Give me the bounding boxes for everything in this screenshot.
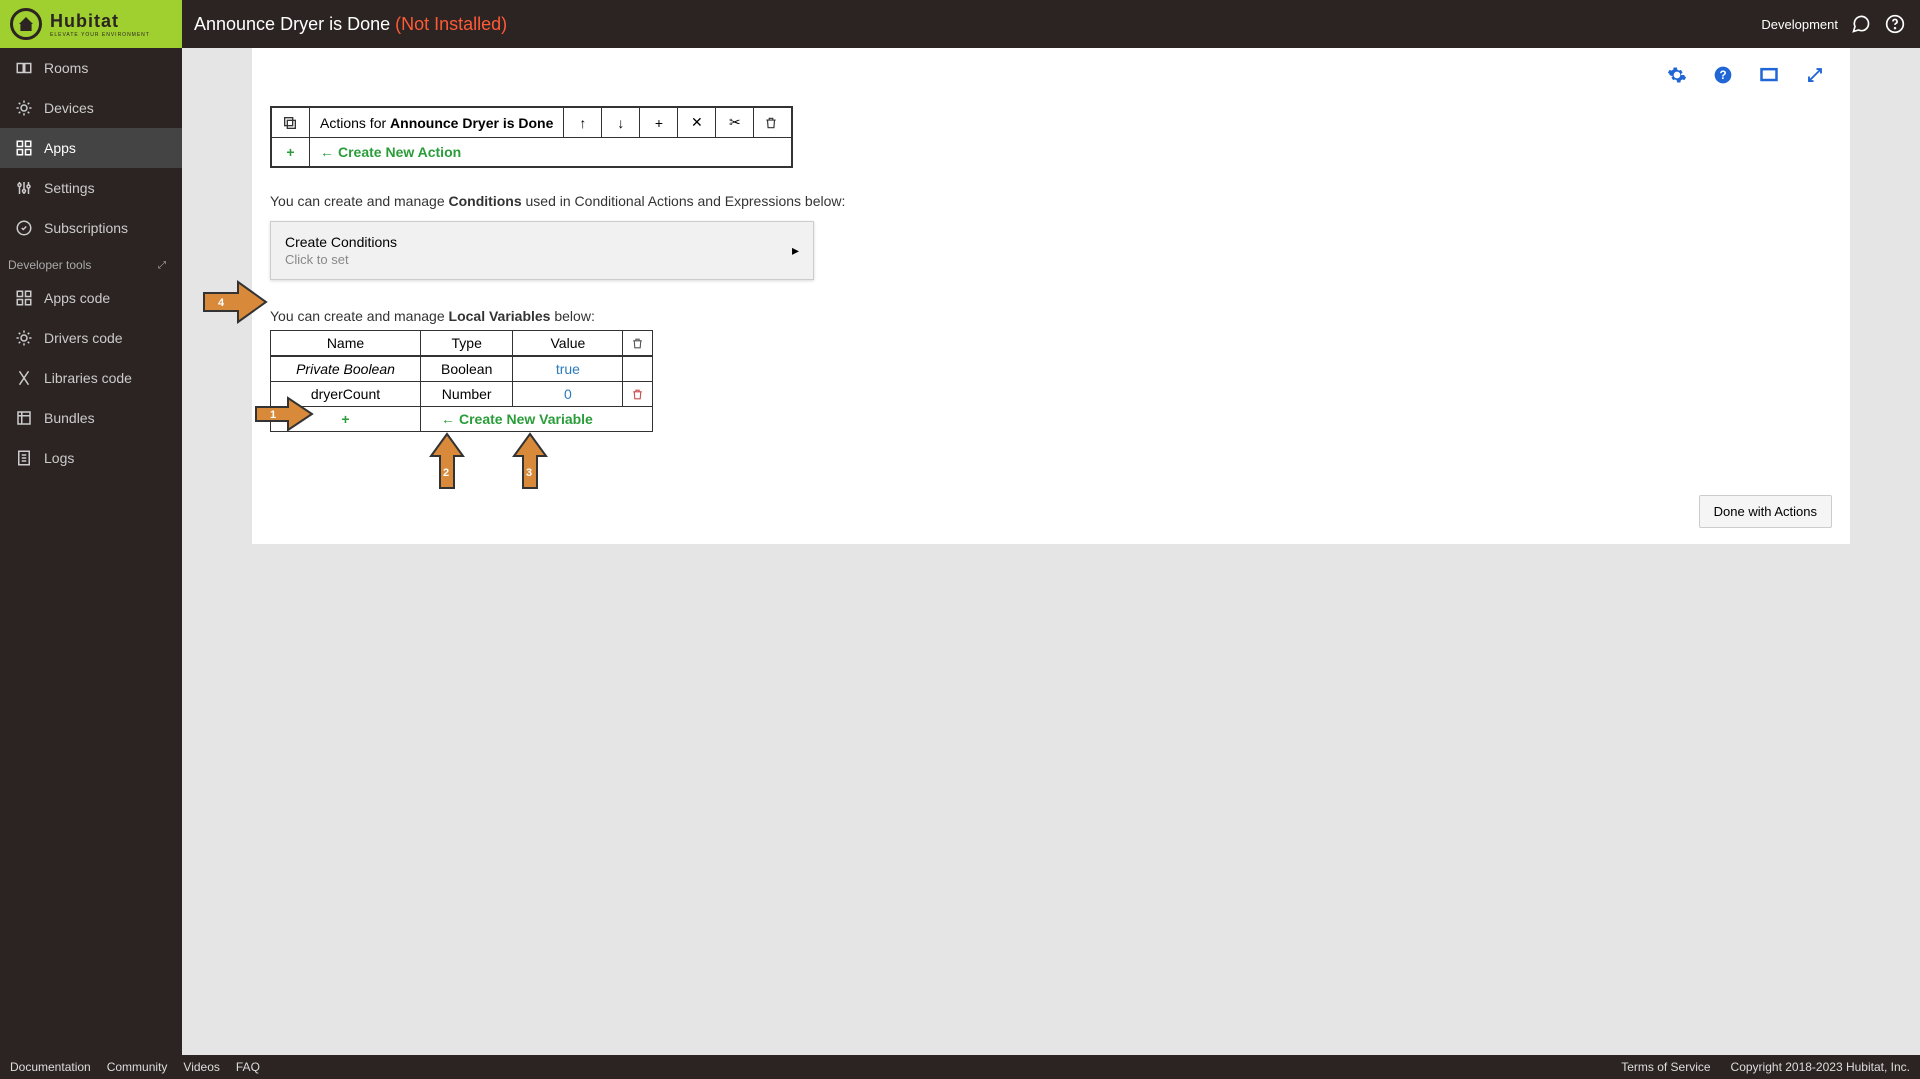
actions-table: Actions for Announce Dryer is Done ↑ ↓ +… [270, 106, 793, 168]
add-variable-icon[interactable]: + [271, 407, 421, 432]
sidebar-item-subscriptions[interactable]: Subscriptions [0, 208, 182, 248]
sidebar-item-apps-code[interactable]: Apps code [0, 278, 182, 318]
conditions-subtitle: Click to set [285, 252, 397, 267]
sidebar-item-devices[interactable]: Devices [0, 88, 182, 128]
footer-link-videos[interactable]: Videos [183, 1060, 219, 1074]
logo-main-text: Hubitat [50, 11, 150, 32]
apps-icon [14, 138, 34, 158]
sidebar-section-developer: Developer tools ⤢ [0, 248, 182, 278]
sidebar-item-apps[interactable]: Apps [0, 128, 182, 168]
main-content: ? Actions for Announce Dryer is Done ↑ ↓… [182, 48, 1920, 1055]
svg-text:4: 4 [218, 297, 225, 309]
var-value[interactable]: true [513, 356, 623, 382]
subscriptions-icon [14, 218, 34, 238]
plus-icon[interactable]: + [640, 108, 678, 138]
footer-link-community[interactable]: Community [107, 1060, 168, 1074]
sidebar-label: Rooms [44, 60, 88, 76]
create-new-action-link[interactable]: ←Create New Action [310, 138, 792, 167]
variables-helper-text: You can create and manage Local Variable… [270, 308, 1832, 324]
create-conditions-box[interactable]: Create Conditions Click to set ▸ [270, 221, 814, 280]
sidebar-label: Apps [44, 140, 76, 156]
variables-table: Name Type Value Private Boolean Boolean … [270, 330, 653, 432]
rooms-icon [14, 58, 34, 78]
var-type: Number [421, 382, 513, 407]
var-name: Private Boolean [271, 356, 421, 382]
settings-icon [14, 178, 34, 198]
help-circle-icon[interactable]: ? [1712, 64, 1734, 86]
add-action-icon[interactable]: + [272, 138, 310, 167]
delete-all-icon[interactable] [623, 331, 653, 357]
actions-title: Actions for Announce Dryer is Done [310, 108, 564, 138]
var-type: Boolean [421, 356, 513, 382]
sidebar-item-bundles[interactable]: Bundles [0, 398, 182, 438]
chat-icon[interactable] [1850, 13, 1872, 35]
logo-sub-text: ELEVATE YOUR ENVIRONMENT [50, 32, 150, 38]
footer-link-terms[interactable]: Terms of Service [1621, 1060, 1710, 1074]
install-status: (Not Installed) [395, 14, 507, 34]
sidebar-label: Bundles [44, 410, 95, 426]
done-with-actions-button[interactable]: Done with Actions [1699, 495, 1832, 528]
copy-icon[interactable] [272, 108, 310, 138]
sidebar-item-drivers-code[interactable]: Drivers code [0, 318, 182, 358]
footer: Documentation Community Videos FAQ Terms… [0, 1055, 1920, 1079]
sidebar: Rooms Devices Apps Settings Subscription… [0, 48, 182, 1055]
var-delete [623, 356, 653, 382]
sidebar-item-rooms[interactable]: Rooms [0, 48, 182, 88]
col-type: Type [421, 331, 513, 357]
sidebar-item-settings[interactable]: Settings [0, 168, 182, 208]
devices-icon [14, 98, 34, 118]
logo[interactable]: Hubitat ELEVATE YOUR ENVIRONMENT [0, 0, 182, 48]
footer-copyright: Copyright 2018-2023 Hubitat, Inc. [1731, 1060, 1910, 1074]
sidebar-label: Logs [44, 450, 74, 466]
section-label: Developer tools [8, 258, 91, 272]
table-row[interactable]: dryerCount Number 0 [271, 382, 653, 407]
sidebar-label: Devices [44, 100, 94, 116]
delete-row-icon[interactable] [623, 382, 653, 407]
arrow-down-icon[interactable]: ↓ [602, 108, 640, 138]
sidebar-label: Settings [44, 180, 95, 196]
expand-icon[interactable] [1804, 64, 1826, 86]
drivers-code-icon [14, 328, 34, 348]
logs-icon [14, 448, 34, 468]
collapse-icon[interactable]: ⤢ [158, 260, 174, 271]
sidebar-label: Subscriptions [44, 220, 128, 236]
environment-label: Development [1761, 17, 1838, 32]
sidebar-label: Libraries code [44, 370, 132, 386]
var-value[interactable]: 0 [513, 382, 623, 407]
chevron-right-icon: ▸ [792, 242, 799, 259]
close-icon[interactable]: ✕ [678, 108, 716, 138]
apps-code-icon [14, 288, 34, 308]
cut-icon[interactable]: ✂ [716, 108, 754, 138]
conditions-title: Create Conditions [285, 234, 397, 250]
footer-link-documentation[interactable]: Documentation [10, 1060, 91, 1074]
create-new-variable-link[interactable]: ←Create New Variable [421, 407, 653, 432]
help-icon[interactable] [1884, 13, 1906, 35]
svg-text:?: ? [1719, 69, 1726, 82]
bundles-icon [14, 408, 34, 428]
header: Hubitat ELEVATE YOUR ENVIRONMENT Announc… [0, 0, 1920, 48]
col-value: Value [513, 331, 623, 357]
sidebar-item-libraries-code[interactable]: Libraries code [0, 358, 182, 398]
col-name: Name [271, 331, 421, 357]
table-row[interactable]: Private Boolean Boolean true [271, 356, 653, 382]
sidebar-label: Drivers code [44, 330, 123, 346]
sidebar-label: Apps code [44, 290, 110, 306]
screen-icon[interactable] [1758, 64, 1780, 86]
var-name: dryerCount [271, 382, 421, 407]
gear-icon[interactable] [1666, 64, 1688, 86]
title-prefix: Announce Dryer is Done [194, 14, 395, 34]
page-title: Announce Dryer is Done (Not Installed) [194, 14, 1761, 35]
arrow-up-icon[interactable]: ↑ [564, 108, 602, 138]
sidebar-item-logs[interactable]: Logs [0, 438, 182, 478]
conditions-helper-text: You can create and manage Conditions use… [270, 193, 1832, 209]
libraries-code-icon [14, 368, 34, 388]
trash-icon[interactable] [754, 108, 792, 138]
footer-link-faq[interactable]: FAQ [236, 1060, 260, 1074]
